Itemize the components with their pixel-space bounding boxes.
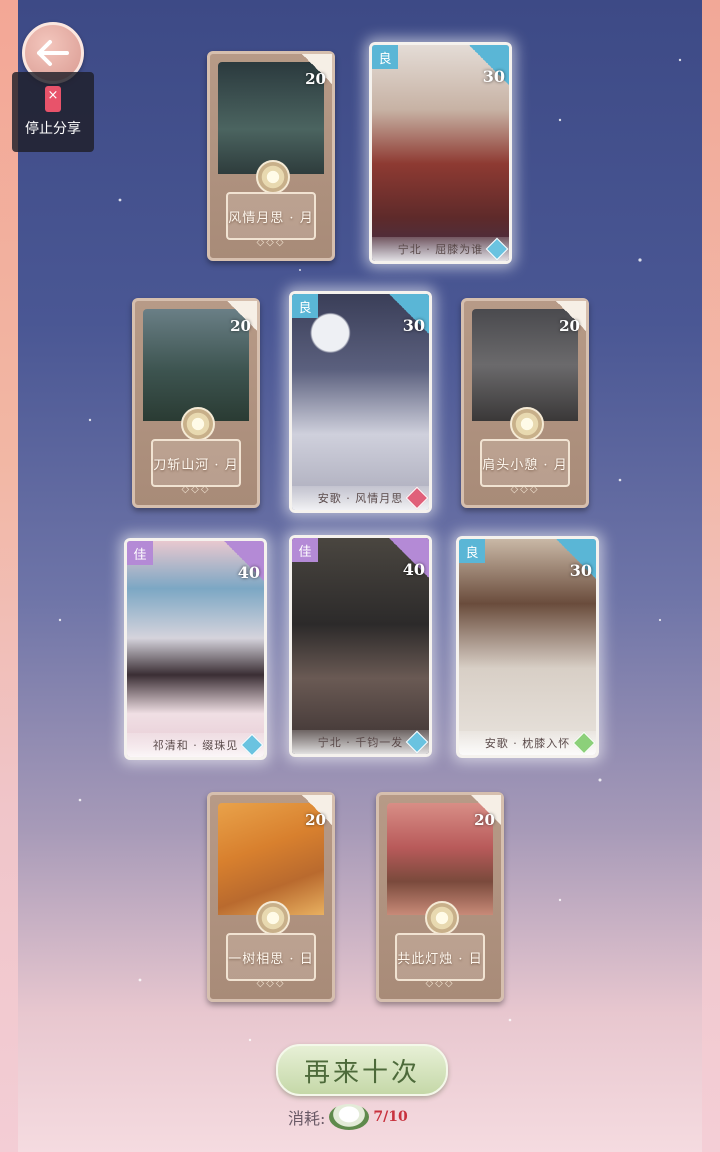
card-gongci-dengzhu[interactable]: 20 共此灯烛 · 日 ◇◇◇ (376, 792, 504, 1002)
ticket-icon (329, 1104, 370, 1130)
card-power: 30 (402, 316, 425, 335)
card-jiantou-xiaoqi[interactable]: 20 肩头小憩 · 月 ◇◇◇ (461, 298, 589, 508)
card-ningbei-quxi[interactable]: 良 30 宁北 · 屈膝为谁 (369, 42, 512, 264)
card-name: 风情月思 · 月 (228, 210, 314, 226)
rank-badge: 良 (378, 51, 392, 67)
card-name: 刀斩山河 · 月 (153, 457, 239, 473)
card-ange-fengqing[interactable]: 良 30 安歌 · 风情月思 (289, 291, 432, 513)
card-power: 20 (305, 70, 326, 88)
left-edge-decoration (0, 0, 18, 1152)
ornament: ◇◇◇ (256, 237, 286, 248)
card-qiqinghe-zhuizhu[interactable]: 佳 40 祁清和 · 缀珠见 (124, 538, 267, 760)
cost-label: 消耗: (288, 1109, 326, 1128)
card-name: 宁北 · 千钧一发 (317, 736, 404, 749)
moon-medal-icon (256, 160, 290, 194)
ornament: ◇◇◇ (425, 978, 455, 989)
back-arrow-icon (37, 40, 69, 66)
card-power: 30 (482, 67, 505, 86)
retry-label: 再来十次 (303, 1057, 420, 1088)
sun-medal-icon (425, 901, 459, 935)
ornament: ◇◇◇ (510, 484, 540, 495)
card-name: 一树相思 · 日 (228, 951, 314, 967)
moon-medal-icon (181, 407, 215, 441)
retry-ten-button[interactable]: 再来十次 (276, 1044, 448, 1096)
phone-icon (45, 86, 61, 112)
card-ange-zhenxi[interactable]: 良 30 安歌 · 枕膝入怀 (456, 536, 599, 758)
stop-share-button[interactable]: 停止分享 (12, 72, 94, 152)
cost-amount: 7/10 (373, 1109, 408, 1125)
rank-badge: 良 (465, 545, 479, 561)
card-daozhan-shanhe[interactable]: 20 刀斩山河 · 月 ◇◇◇ (132, 298, 260, 508)
sun-medal-icon (256, 901, 290, 935)
card-fengqing-yuesi[interactable]: 20 风情月思 · 月 ◇◇◇ (207, 51, 335, 261)
cost-display: 消耗: 7/10 (288, 1102, 448, 1132)
rank-badge: 良 (298, 300, 312, 316)
moon-medal-icon (510, 407, 544, 441)
card-power: 40 (402, 560, 425, 579)
right-edge-decoration (702, 0, 720, 1152)
card-power: 20 (230, 317, 251, 335)
card-name: 祁清和 · 缀珠见 (152, 739, 239, 752)
card-power: 40 (237, 563, 260, 582)
card-yishu-xiangsi[interactable]: 20 一树相思 · 日 ◇◇◇ (207, 792, 335, 1002)
stop-share-label: 停止分享 (25, 121, 81, 137)
ornament: ◇◇◇ (256, 978, 286, 989)
card-power: 30 (569, 561, 592, 580)
card-name: 肩头小憩 · 月 (482, 457, 568, 473)
card-power: 20 (305, 811, 326, 829)
card-name: 宁北 · 屈膝为谁 (397, 243, 484, 256)
rank-badge: 佳 (133, 547, 147, 563)
card-name: 安歌 · 风情月思 (317, 492, 404, 505)
card-ningbei-qianjun[interactable]: 佳 40 宁北 · 千钧一发 (289, 535, 432, 757)
rank-badge: 佳 (298, 544, 312, 560)
card-name: 安歌 · 枕膝入怀 (484, 737, 571, 750)
card-power: 20 (474, 811, 495, 829)
card-name: 共此灯烛 · 日 (397, 951, 483, 967)
card-power: 20 (559, 317, 580, 335)
ornament: ◇◇◇ (181, 484, 211, 495)
